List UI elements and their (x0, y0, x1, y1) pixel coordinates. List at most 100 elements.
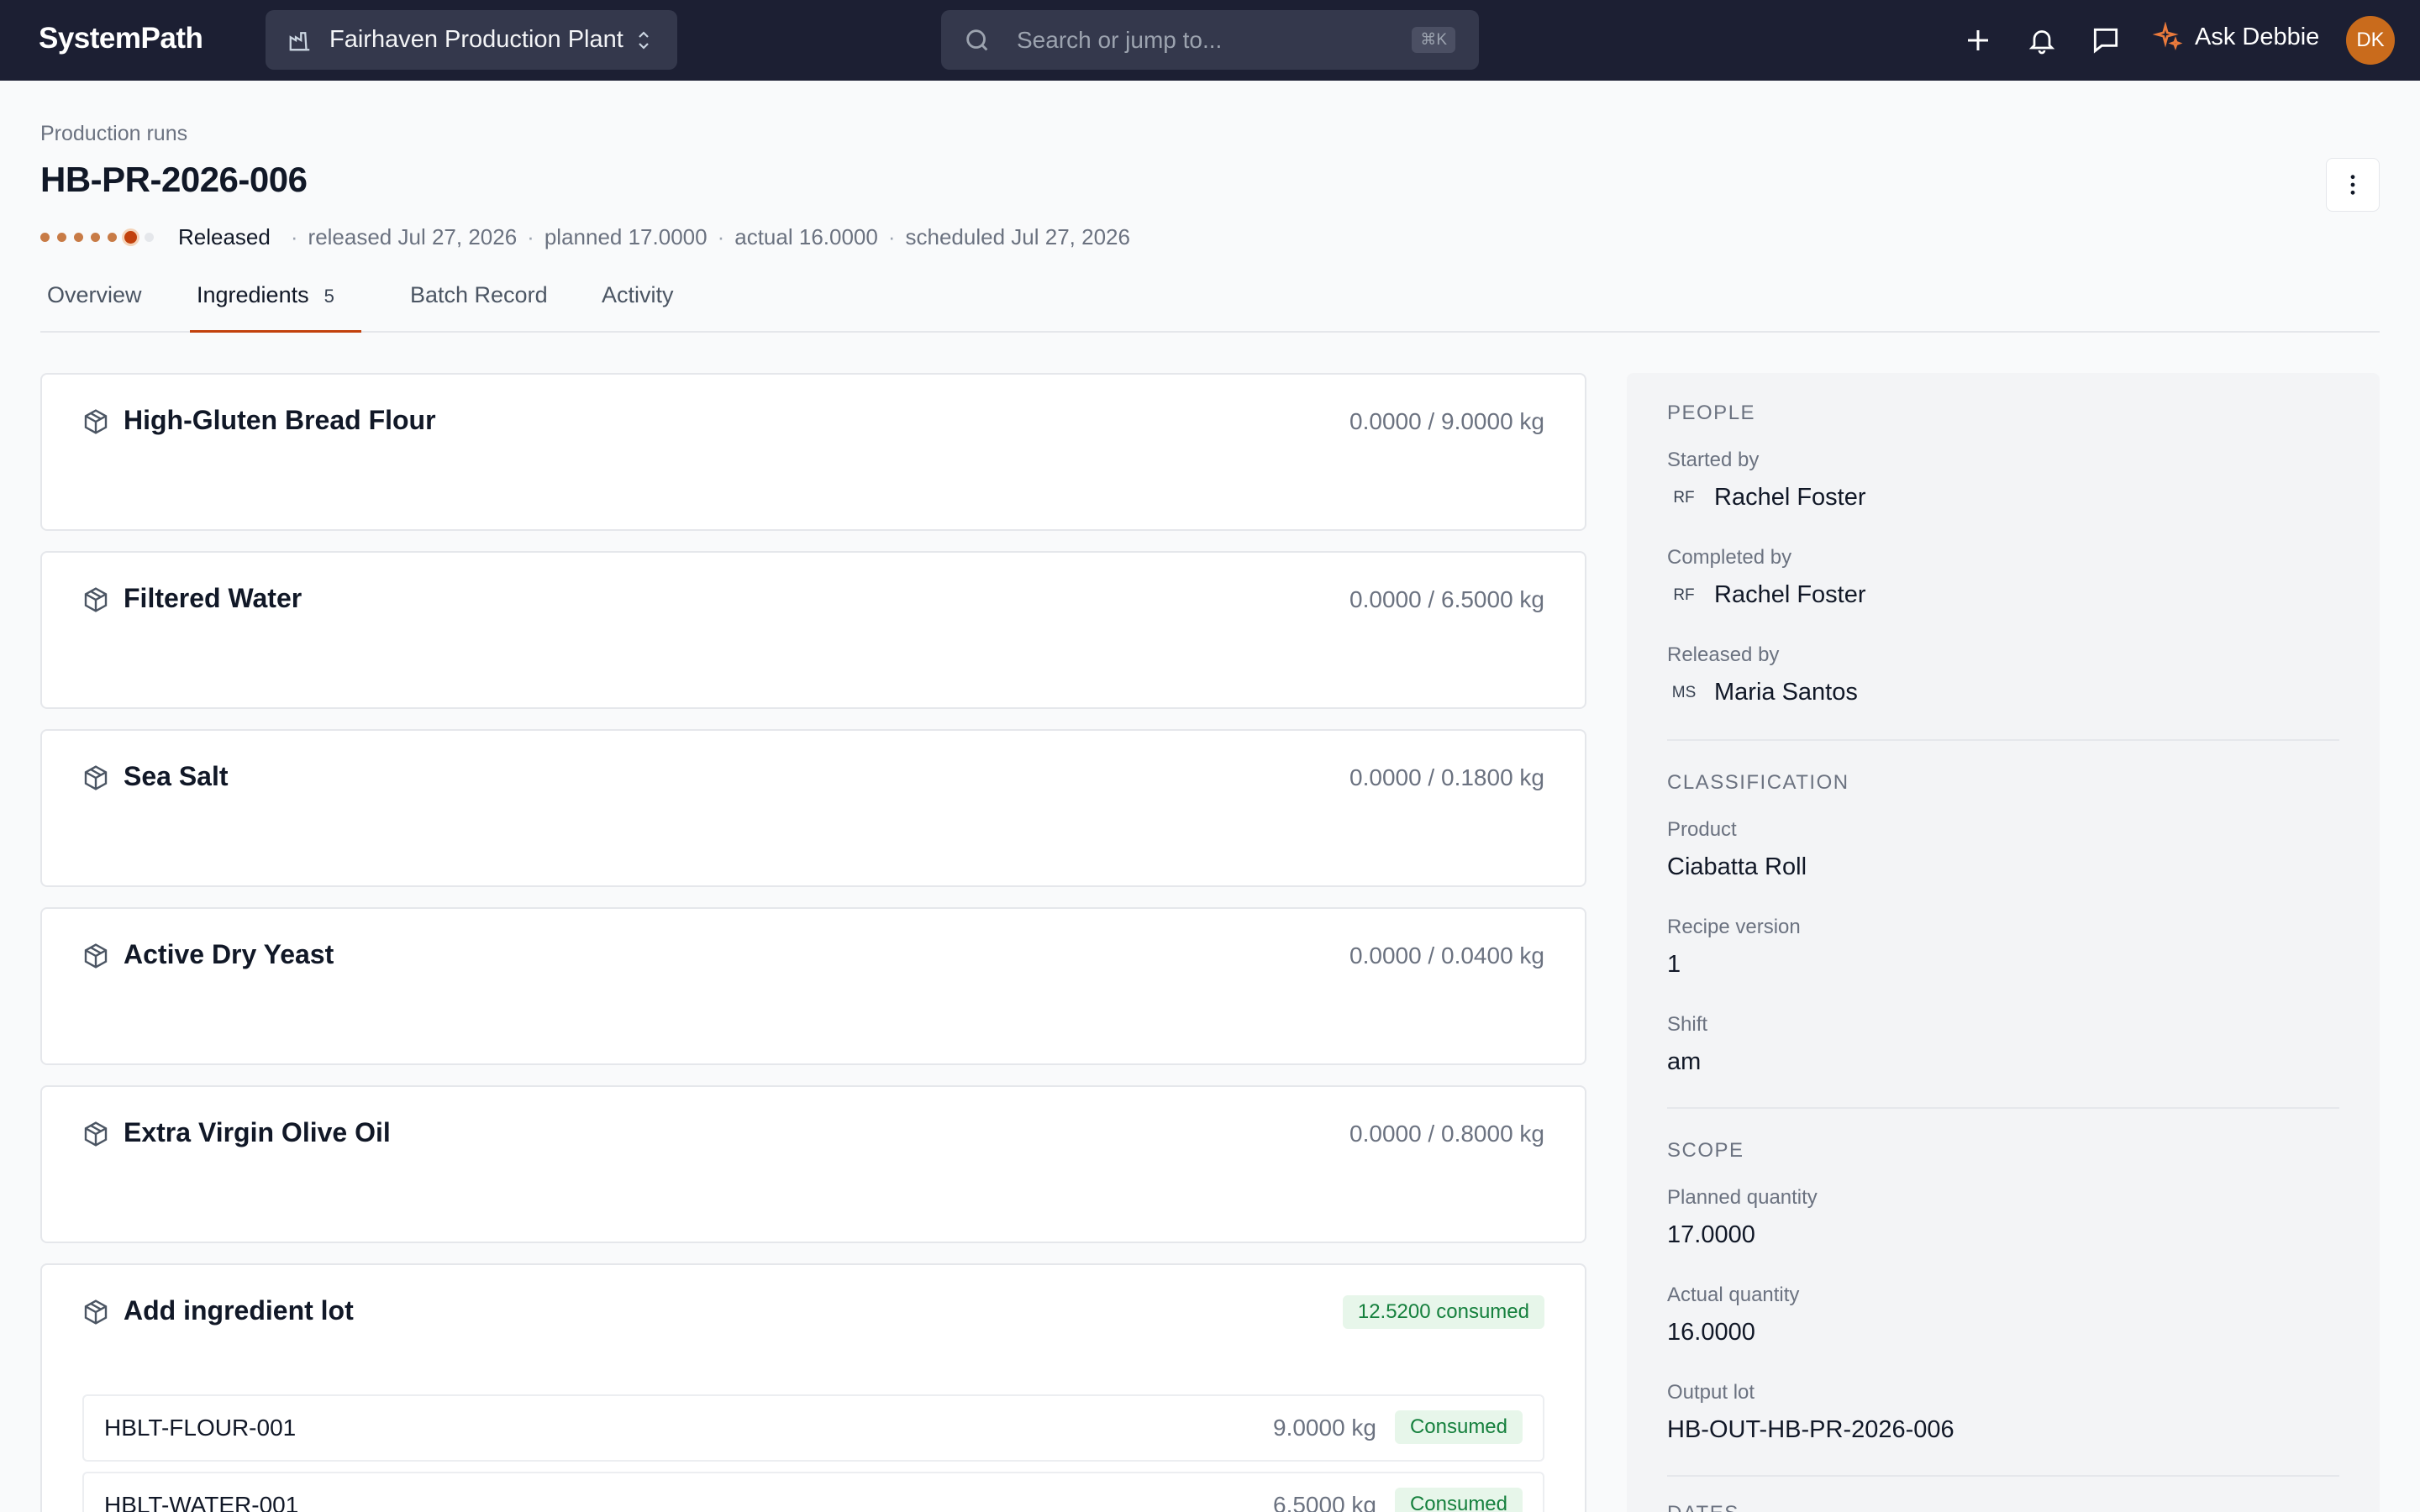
breadcrumb[interactable]: Production runs (40, 122, 187, 146)
person-name: Rachel Foster (1714, 581, 1866, 608)
person-started-by[interactable]: RF Rachel Foster (1667, 484, 1866, 512)
page-title: HB-PR-2026-006 (40, 160, 308, 199)
factory-icon (287, 28, 313, 53)
tab-overview[interactable]: Overview (40, 282, 149, 333)
status-progress-dots (40, 230, 161, 244)
lot-code: HBLT-WATER-001 (104, 1492, 299, 1512)
progress-dot-current (124, 230, 137, 244)
ingredient-card[interactable]: Sea Salt 0.0000 / 0.1800 kg (40, 729, 1586, 887)
bell-icon[interactable] (2025, 24, 2059, 57)
plus-icon[interactable] (1961, 24, 1995, 57)
ingredient-quantity: 0.0000 / 9.0000 kg (1349, 408, 1544, 434)
ingredient-quantity: 0.0000 / 0.8000 kg (1349, 1121, 1544, 1147)
add-lot-title[interactable]: Add ingredient lot (124, 1295, 354, 1326)
actual-quantity-value: 16.0000 (1667, 1319, 1755, 1346)
package-icon (82, 942, 109, 969)
product-value[interactable]: Ciabatta Roll (1667, 853, 1807, 881)
ingredient-name: Filtered Water (124, 583, 302, 613)
ingredient-card[interactable]: Active Dry Yeast 0.0000 / 0.0400 kg (40, 907, 1586, 1065)
progress-dot (57, 232, 66, 242)
ingredient-quantity: 0.0000 / 6.5000 kg (1349, 586, 1544, 612)
field-label: Completed by (1667, 546, 1792, 569)
progress-dot (91, 232, 100, 242)
status-badge: Released (178, 223, 271, 249)
lot-code: HBLT-FLOUR-001 (104, 1415, 297, 1441)
divider (1667, 1475, 2339, 1477)
section-title-scope: SCOPE (1667, 1139, 1744, 1162)
shift-value: am (1667, 1048, 1702, 1075)
ingredient-quantity: 0.0000 / 0.1800 kg (1349, 764, 1544, 790)
field-label: Actual quantity (1667, 1284, 1800, 1306)
package-icon (82, 1299, 109, 1326)
field-label: Released by (1667, 643, 1780, 666)
ingredient-card[interactable]: High-Gluten Bread Flour 0.0000 / 9.0000 … (40, 373, 1586, 531)
lot-status-badge: Consumed (1394, 1410, 1523, 1444)
ingredient-name: Sea Salt (124, 761, 229, 791)
meta-scheduled: scheduled Jul 27, 2026 (905, 223, 1130, 249)
meta-planned: planned 17.0000 (544, 223, 708, 249)
search-icon (963, 26, 992, 55)
field-label: Output lot (1667, 1381, 1755, 1404)
tab-batch-record[interactable]: Batch Record (403, 282, 555, 333)
recipe-version-value: 1 (1667, 951, 1681, 978)
progress-dot (145, 232, 154, 242)
lot-row[interactable]: HBLT-WATER-001 6.5000 kg Consumed (82, 1472, 1544, 1512)
package-icon (82, 586, 109, 613)
lot-row[interactable]: HBLT-FLOUR-001 9.0000 kg Consumed (82, 1394, 1544, 1462)
progress-dot (108, 232, 117, 242)
section-title-dates: DATES (1667, 1502, 1739, 1512)
consumed-total-badge: 12.5200 consumed (1342, 1295, 1544, 1329)
avatar: RF (1673, 488, 1695, 507)
avatar: RF (1673, 585, 1695, 604)
section-title-classification: CLASSIFICATION (1667, 771, 1849, 794)
progress-dot (40, 232, 50, 242)
package-icon (82, 408, 109, 435)
person-name: Maria Santos (1714, 679, 1858, 706)
person-completed-by[interactable]: RF Rachel Foster (1667, 581, 1866, 609)
tab-ingredients[interactable]: Ingredients 5 (190, 282, 361, 333)
run-meta: Released · released Jul 27, 2026 · plann… (40, 222, 1130, 252)
ingredient-name: Extra Virgin Olive Oil (124, 1117, 391, 1147)
field-label: Planned quantity (1667, 1186, 1818, 1209)
ask-assistant-button[interactable]: Ask Debbie (2153, 22, 2319, 52)
lot-quantity: 9.0000 kg (1273, 1415, 1376, 1441)
ingredient-card[interactable]: Filtered Water 0.0000 / 6.5000 kg (40, 551, 1586, 709)
field-label: Recipe version (1667, 916, 1801, 938)
ellipsis-vertical-icon (2350, 175, 2355, 195)
add-ingredient-lot-card: Add ingredient lot 12.5200 consumed HBLT… (40, 1263, 1586, 1512)
lot-quantity: 6.5000 kg (1273, 1492, 1376, 1512)
output-lot-value[interactable]: HB-OUT-HB-PR-2026-006 (1667, 1416, 1954, 1444)
ingredient-card[interactable]: Extra Virgin Olive Oil 0.0000 / 0.8000 k… (40, 1085, 1586, 1243)
planned-quantity-value: 17.0000 (1667, 1221, 1755, 1248)
app-logo[interactable]: SystemPath (39, 22, 203, 55)
field-label: Shift (1667, 1013, 1708, 1036)
ingredient-quantity: 0.0000 / 0.0400 kg (1349, 942, 1544, 969)
user-avatar[interactable]: DK (2346, 16, 2395, 65)
ingredient-name: Active Dry Yeast (124, 939, 334, 969)
package-icon (82, 764, 109, 791)
global-search[interactable]: ⌘K (941, 10, 1479, 70)
ingredient-name: High-Gluten Bread Flour (124, 405, 436, 435)
search-input[interactable] (1017, 26, 1413, 54)
meta-actual: actual 16.0000 (734, 223, 878, 249)
field-label: Product (1667, 818, 1737, 841)
meta-released: released Jul 27, 2026 (308, 223, 518, 249)
divider (1667, 739, 2339, 741)
details-sidebar: PEOPLE Started by RF Rachel Foster Compl… (1627, 373, 2380, 1512)
divider (1667, 1107, 2339, 1109)
field-label: Started by (1667, 449, 1760, 471)
sparkle-icon (2153, 22, 2183, 52)
tab-bar: Overview Ingredients 5 Batch Record Acti… (40, 277, 2380, 333)
tab-activity[interactable]: Activity (595, 282, 681, 333)
avatar: MS (1671, 683, 1697, 701)
more-actions-button[interactable] (2326, 158, 2380, 212)
chevron-up-down-icon (634, 28, 654, 53)
lot-status-badge: Consumed (1394, 1488, 1523, 1512)
person-name: Rachel Foster (1714, 484, 1866, 511)
chat-icon[interactable] (2089, 24, 2123, 57)
plant-name: Fairhaven Production Plant (329, 26, 623, 53)
search-shortcut-hint: ⌘K (1412, 27, 1455, 53)
tab-count-badge: 5 (324, 286, 334, 307)
plant-switcher[interactable]: Fairhaven Production Plant (266, 10, 677, 70)
person-released-by[interactable]: MS Maria Santos (1667, 679, 1858, 706)
